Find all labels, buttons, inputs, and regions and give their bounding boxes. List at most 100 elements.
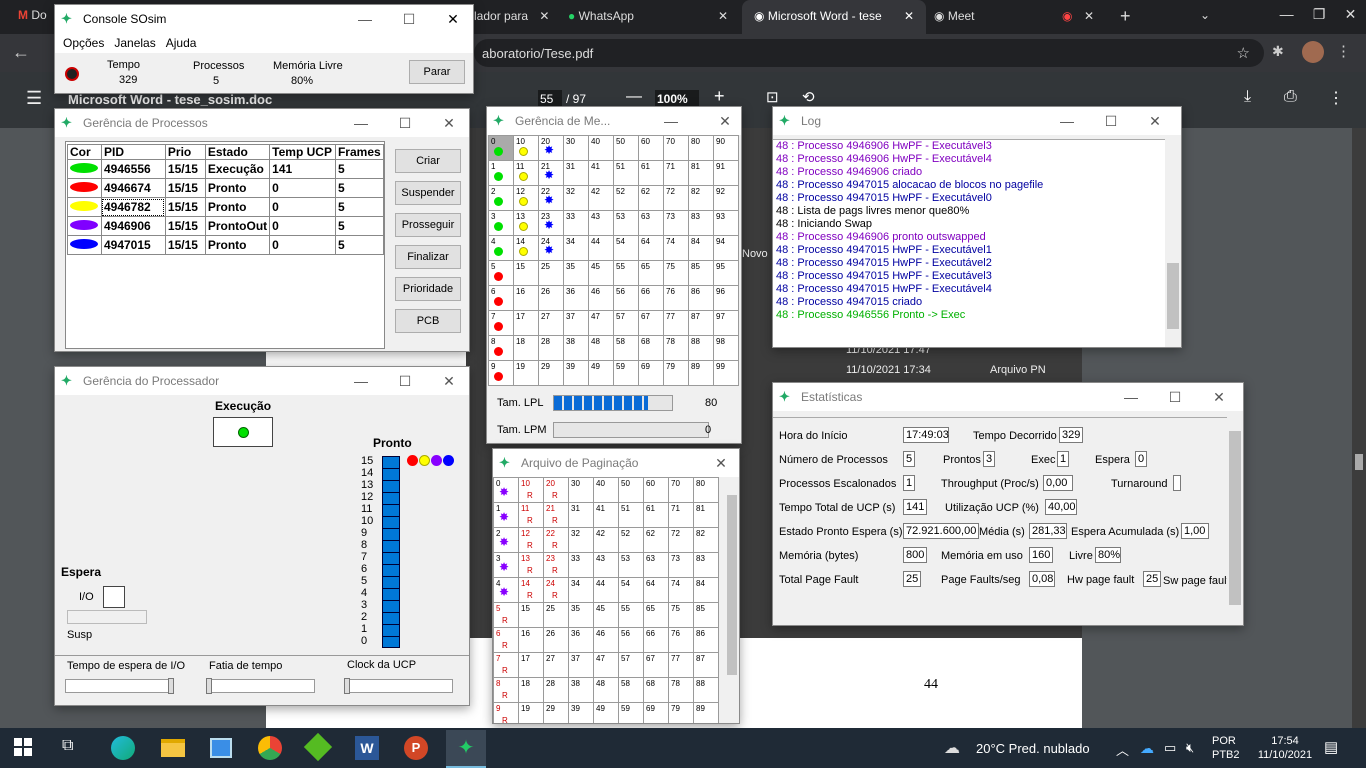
minimize-icon[interactable]: — (1280, 6, 1294, 23)
fit-page-icon[interactable]: ⊡ (766, 88, 779, 106)
menu-opcoes[interactable]: Opções (63, 36, 104, 53)
restore-icon[interactable]: ❐ (1313, 6, 1326, 23)
minimize-icon[interactable]: — (649, 107, 693, 135)
slider-thumb[interactable] (168, 678, 174, 694)
table-row[interactable]: 4946556 15/15 Execução 141 5 (67, 159, 385, 179)
close-icon[interactable]: ✕ (1345, 6, 1357, 23)
volume-icon[interactable]: 🔇︎ (1186, 740, 1194, 756)
criar-button[interactable]: Criar (395, 149, 461, 173)
pdf-scrollbar[interactable] (1352, 128, 1366, 728)
address-bar[interactable]: aboratorio/Tese.pdf ☆ (474, 39, 1264, 67)
notifications-icon[interactable]: ▤ (1324, 738, 1338, 756)
onedrive-icon[interactable]: ☁ (1140, 740, 1154, 757)
extensions-icon[interactable]: ✱ (1272, 43, 1284, 60)
parar-button[interactable]: Parar (409, 60, 465, 84)
timeslice-slider[interactable] (206, 678, 315, 694)
tray-chevron-icon[interactable]: ︿ (1116, 740, 1129, 759)
close-icon[interactable]: ✕ (718, 9, 728, 23)
tab-simulador[interactable]: lador para ✕ (474, 9, 564, 23)
browser-menu-icon[interactable]: ⋮ (1336, 42, 1351, 60)
close-icon[interactable]: ✕ (699, 449, 739, 477)
scroll-thumb[interactable] (1167, 263, 1179, 329)
pagefile-scrollbar[interactable] (725, 477, 739, 723)
log-scrollbar[interactable] (1165, 139, 1181, 347)
chrome-icon[interactable] (258, 736, 282, 760)
maximize-icon[interactable]: ☐ (383, 109, 427, 137)
print-icon[interactable]: ⎙ (1284, 88, 1297, 106)
edge-icon[interactable] (111, 736, 135, 760)
prioridade-button[interactable]: Prioridade (395, 277, 461, 301)
scroll-thumb[interactable] (1355, 454, 1363, 470)
close-icon[interactable]: ✕ (427, 109, 469, 137)
close-icon[interactable]: ✕ (1197, 383, 1241, 411)
minimize-icon[interactable]: — (339, 367, 383, 395)
table-row[interactable]: 4947015 15/15 Pronto 0 5 (67, 235, 385, 255)
windows-start-icon[interactable] (14, 738, 32, 756)
table-row[interactable]: 4946782 15/15 Pronto 0 5 (67, 197, 385, 217)
pagefile-titlebar[interactable]: ✦ Arquivo de Paginação ✕ (493, 449, 739, 477)
avatar[interactable] (1302, 41, 1324, 63)
memory-manager-titlebar[interactable]: ✦ Gerência de Me... — ✕ (487, 107, 741, 135)
finalizar-button[interactable]: Finalizar (395, 245, 461, 269)
rotate-icon[interactable]: ⟲ (802, 88, 815, 106)
tab-meet[interactable]: ◉ Meet ◉ ✕ (934, 9, 1104, 23)
pcb-button[interactable]: PCB (395, 309, 461, 333)
minimize-icon[interactable]: — (343, 5, 387, 33)
tab-word[interactable]: ◉ Microsoft Word - tese ✕ (742, 0, 926, 34)
task-view-icon[interactable]: ⧉ (62, 737, 73, 755)
maximize-icon[interactable]: ☐ (387, 5, 431, 33)
close-icon[interactable]: ✕ (1133, 107, 1177, 135)
new-tab-icon[interactable]: + (1120, 6, 1131, 27)
sosim-taskbar-icon[interactable]: ✦ (446, 730, 486, 768)
network-icon[interactable]: ▭ (1164, 740, 1176, 756)
weather-text[interactable]: 20°C Pred. nublado (976, 741, 1090, 756)
minimize-icon[interactable]: — (1109, 383, 1153, 411)
close-icon[interactable]: ✕ (904, 9, 914, 23)
close-icon[interactable]: ✕ (703, 107, 741, 135)
prosseguir-button[interactable]: Prosseguir (395, 213, 461, 237)
control-panel-icon[interactable] (210, 738, 232, 758)
powerpoint-icon[interactable]: P (404, 736, 428, 760)
hamburger-icon[interactable]: ☰ (26, 88, 42, 109)
back-icon[interactable]: ← (12, 42, 30, 63)
pagefile-grid: 0 ✸ 10 R 20 R 30 40 50 60 70 80 1 ✸ 11 R 21 R 31 41 51 61 71 81… (493, 477, 719, 723)
maximize-icon[interactable]: ☐ (1153, 383, 1197, 411)
suspender-button[interactable]: Suspender (395, 181, 461, 205)
minimize-icon[interactable]: — (1045, 107, 1089, 135)
scroll-thumb[interactable] (1229, 431, 1241, 605)
zoom-out-icon[interactable]: — (626, 88, 642, 106)
word-icon[interactable]: W (355, 736, 379, 760)
tab-search-icon[interactable]: ⌄ (1200, 8, 1210, 22)
close-icon[interactable]: ✕ (539, 9, 549, 23)
slider-thumb[interactable] (206, 678, 212, 694)
clock-slider[interactable] (344, 678, 453, 694)
menu-ajuda[interactable]: Ajuda (166, 36, 197, 53)
slider-thumb[interactable] (344, 678, 350, 694)
table-row[interactable]: 4946674 15/15 Pronto 0 5 (67, 178, 385, 198)
minimize-icon[interactable]: — (339, 109, 383, 137)
tab-whatsapp[interactable]: ● WhatsApp ✕ (568, 9, 738, 23)
table-row[interactable]: 4946906 15/15 ProntoOut 0 5 (67, 216, 385, 236)
pdf-more-icon[interactable]: ⋮ (1328, 88, 1344, 108)
scroll-thumb[interactable] (727, 495, 737, 675)
io-wait-slider[interactable] (65, 678, 174, 694)
close-icon[interactable]: ✕ (427, 367, 469, 395)
close-icon[interactable]: ✕ (431, 5, 473, 33)
console-titlebar[interactable]: ✦ Console SOsim — ☐ ✕ (55, 5, 473, 33)
zoom-in-icon[interactable]: + (714, 86, 725, 107)
close-icon[interactable]: ✕ (1084, 9, 1094, 23)
clock[interactable]: 17:54 11/10/2021 (1250, 734, 1320, 762)
log-titlebar[interactable]: ✦ Log — ☐ ✕ (773, 107, 1181, 135)
maximize-icon[interactable]: ☐ (1089, 107, 1133, 135)
tab-gmail[interactable]: M Do (18, 8, 58, 28)
star-icon[interactable]: ☆ (1237, 44, 1250, 62)
file-explorer-icon[interactable] (161, 739, 185, 757)
statistics-scrollbar[interactable] (1227, 417, 1243, 625)
maximize-icon[interactable]: ☐ (383, 367, 427, 395)
process-manager-titlebar[interactable]: ✦ Gerência de Processos — ☐ ✕ (55, 109, 469, 137)
language-indicator[interactable]: POR PTB2 (1212, 734, 1240, 762)
menu-janelas[interactable]: Janelas (114, 36, 155, 53)
processor-manager-titlebar[interactable]: ✦ Gerência do Processador — ☐ ✕ (55, 367, 469, 395)
download-icon[interactable]: ⤓ (1244, 88, 1251, 106)
statistics-titlebar[interactable]: ✦ Estatísticas — ☐ ✕ (773, 383, 1243, 411)
